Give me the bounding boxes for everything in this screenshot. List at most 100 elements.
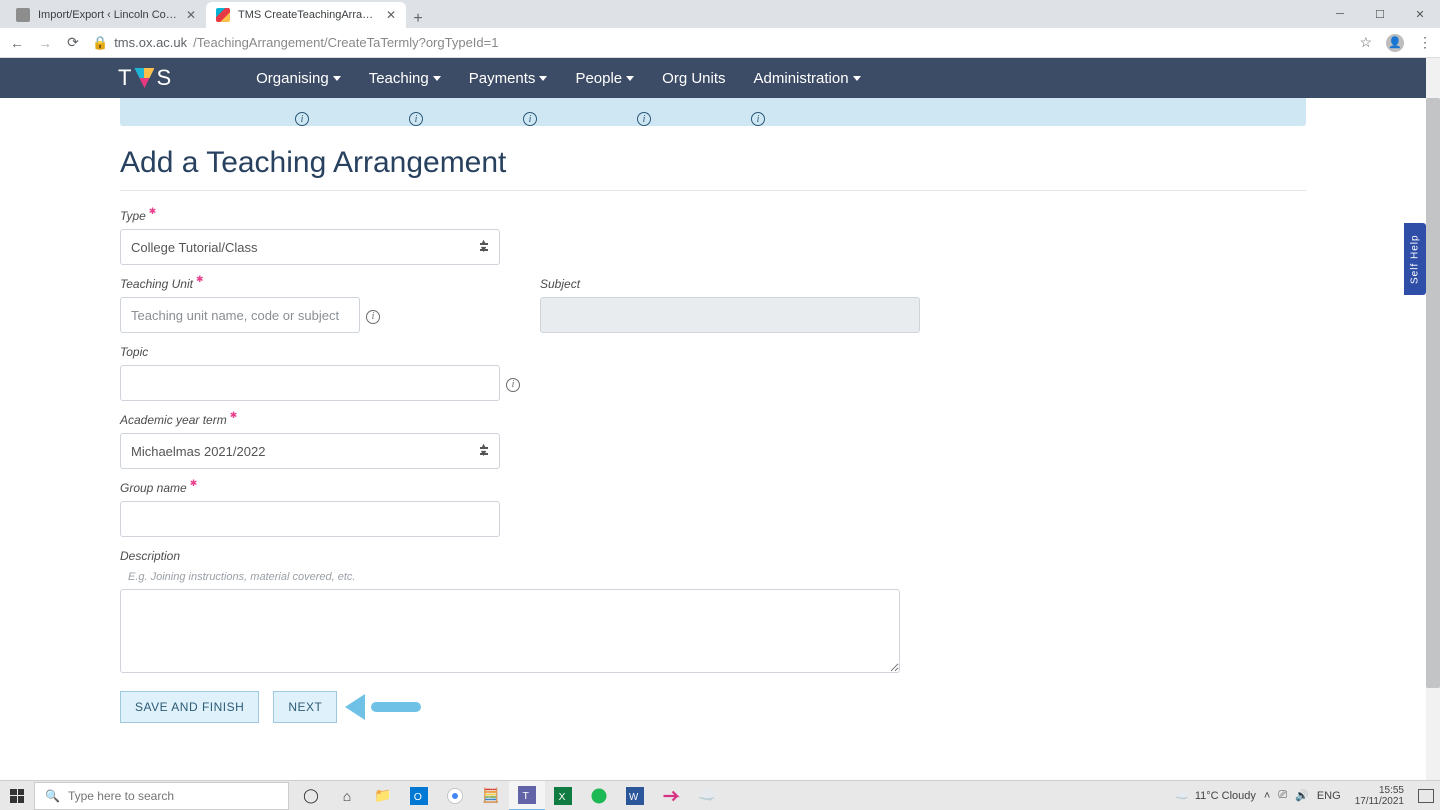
windows-logo-icon bbox=[10, 789, 24, 803]
label-description: Description bbox=[120, 549, 1306, 563]
topic-input[interactable] bbox=[120, 365, 500, 401]
reload-button[interactable]: ⟳ bbox=[64, 34, 82, 51]
nav-teaching[interactable]: Teaching bbox=[355, 58, 455, 98]
start-button[interactable] bbox=[0, 781, 34, 810]
label-term: Academic year term bbox=[120, 413, 1306, 427]
nav-org-units[interactable]: Org Units bbox=[648, 58, 739, 98]
info-icon[interactable]: i bbox=[523, 112, 537, 126]
nav-people[interactable]: People bbox=[561, 58, 648, 98]
label-group-name: Group name bbox=[120, 481, 1306, 495]
windows-taskbar: 🔍 Type here to search ◯ ⌂ 📁 O 🧮 T X W ☁️… bbox=[0, 780, 1440, 810]
svg-text:O: O bbox=[414, 790, 422, 802]
profile-avatar-icon[interactable]: 👤 bbox=[1386, 34, 1404, 52]
system-tray: ☁️ 11°C Cloudy ˄ ⎚ 🔊 ENG 15:55 17/11/202… bbox=[1175, 785, 1440, 807]
tab-strip: Import/Export ‹ Lincoln College ✕ TMS Cr… bbox=[0, 0, 1440, 28]
app-navbar: T S Organising Teaching Payments People … bbox=[0, 58, 1426, 98]
tms-logo[interactable]: T S bbox=[118, 65, 172, 91]
task-view-icon[interactable]: ◯ bbox=[293, 781, 329, 810]
forward-button[interactable]: → bbox=[36, 35, 54, 51]
next-button[interactable]: Next bbox=[273, 691, 337, 723]
maximize-button[interactable]: ☐ bbox=[1360, 0, 1400, 28]
back-button[interactable]: ← bbox=[8, 35, 26, 51]
minimize-button[interactable]: ─ bbox=[1320, 0, 1360, 28]
label-topic: Topic bbox=[120, 345, 1306, 359]
teaching-unit-info[interactable]: i bbox=[366, 306, 380, 324]
info-banner: i i i i i bbox=[120, 98, 1306, 126]
star-icon[interactable]: ☆ bbox=[1359, 34, 1372, 51]
nav-administration[interactable]: Administration bbox=[740, 58, 875, 98]
info-icon[interactable]: i bbox=[751, 112, 765, 126]
chevron-down-icon bbox=[333, 76, 341, 81]
taskbar-clock[interactable]: 15:55 17/11/2021 bbox=[1349, 785, 1410, 807]
outlook-icon[interactable]: O bbox=[401, 781, 437, 810]
subject-readonly bbox=[540, 297, 920, 333]
close-icon[interactable]: ✕ bbox=[386, 8, 396, 22]
chevron-down-icon bbox=[433, 76, 441, 81]
app-icon[interactable] bbox=[653, 781, 689, 810]
spotify-icon[interactable] bbox=[581, 781, 617, 810]
search-icon: 🔍 bbox=[45, 789, 60, 803]
globe-icon bbox=[16, 8, 30, 22]
close-icon[interactable]: ✕ bbox=[186, 8, 196, 22]
volume-icon[interactable]: 🔊 bbox=[1295, 789, 1309, 802]
language-indicator[interactable]: ENG bbox=[1317, 790, 1341, 802]
topic-info[interactable]: i bbox=[506, 374, 520, 392]
cloud-icon: ☁️ bbox=[1175, 789, 1189, 802]
app-icon[interactable]: ☁️ bbox=[689, 781, 725, 810]
logo-text: T bbox=[118, 65, 132, 91]
description-textarea[interactable] bbox=[120, 589, 900, 673]
svg-text:X: X bbox=[559, 790, 566, 802]
select-caret-icon: ▲▼ bbox=[479, 239, 488, 253]
address-bar[interactable]: 🔒 tms.ox.ac.uk/TeachingArrangement/Creat… bbox=[92, 35, 1349, 51]
nav-payments[interactable]: Payments bbox=[455, 58, 562, 98]
select-caret-icon: ▲▼ bbox=[479, 443, 488, 457]
browser-tab[interactable]: Import/Export ‹ Lincoln College ✕ bbox=[6, 2, 206, 28]
window-controls: ─ ☐ ✕ bbox=[1320, 0, 1440, 28]
label-type: Type bbox=[120, 209, 1306, 223]
label-subject: Subject bbox=[540, 277, 920, 291]
action-center-icon[interactable] bbox=[1418, 789, 1434, 803]
word-icon[interactable]: W bbox=[617, 781, 653, 810]
term-select[interactable]: Michaelmas 2021/2022 bbox=[120, 433, 500, 469]
chevron-down-icon bbox=[626, 76, 634, 81]
chevron-up-icon[interactable]: ˄ bbox=[1264, 790, 1270, 802]
info-icon[interactable]: i bbox=[409, 112, 423, 126]
group-name-input[interactable] bbox=[120, 501, 500, 537]
page-viewport: T S Organising Teaching Payments People … bbox=[0, 58, 1440, 810]
url-path: /TeachingArrangement/CreateTaTermly?orgT… bbox=[193, 35, 498, 50]
file-explorer-icon[interactable]: 📁 bbox=[365, 781, 401, 810]
teams-icon[interactable]: T bbox=[509, 781, 545, 810]
chevron-down-icon bbox=[539, 76, 547, 81]
taskbar-search[interactable]: 🔍 Type here to search bbox=[34, 782, 289, 810]
self-help-tab[interactable]: Self Help bbox=[1404, 223, 1426, 295]
divider bbox=[120, 190, 1306, 191]
svg-text:W: W bbox=[629, 791, 639, 802]
network-icon[interactable]: ⎚ bbox=[1278, 789, 1287, 802]
close-window-button[interactable]: ✕ bbox=[1400, 0, 1440, 28]
weather-widget[interactable]: ☁️ 11°C Cloudy bbox=[1175, 789, 1256, 802]
browser-chrome: Import/Export ‹ Lincoln College ✕ TMS Cr… bbox=[0, 0, 1440, 58]
new-tab-button[interactable]: + bbox=[406, 10, 430, 28]
teaching-unit-input[interactable] bbox=[120, 297, 360, 333]
page-title: Add a Teaching Arrangement bbox=[120, 146, 1306, 180]
description-hint: E.g. Joining instructions, material cove… bbox=[128, 571, 1306, 583]
kebab-menu-icon[interactable]: ⋮ bbox=[1418, 34, 1432, 51]
scrollbar-thumb[interactable] bbox=[1426, 98, 1440, 688]
cortana-icon[interactable]: ⌂ bbox=[329, 781, 365, 810]
chrome-icon[interactable] bbox=[437, 781, 473, 810]
nav-organising[interactable]: Organising bbox=[242, 58, 355, 98]
svg-text:T: T bbox=[523, 789, 530, 801]
save-and-finish-button[interactable]: Save and finish bbox=[120, 691, 259, 723]
excel-icon[interactable]: X bbox=[545, 781, 581, 810]
arrow-annotation-icon bbox=[351, 696, 421, 718]
info-icon[interactable]: i bbox=[637, 112, 651, 126]
tab-title: TMS CreateTeachingArrangemen bbox=[238, 9, 378, 21]
logo-mark-icon bbox=[134, 68, 154, 88]
type-select[interactable]: College Tutorial/Class bbox=[120, 229, 500, 265]
browser-tab[interactable]: TMS CreateTeachingArrangemen ✕ bbox=[206, 2, 406, 28]
search-placeholder: Type here to search bbox=[68, 789, 174, 803]
info-icon[interactable]: i bbox=[295, 112, 309, 126]
main-content: Add a Teaching Arrangement Type College … bbox=[0, 126, 1426, 723]
calculator-icon[interactable]: 🧮 bbox=[473, 781, 509, 810]
tms-favicon-icon bbox=[216, 8, 230, 22]
